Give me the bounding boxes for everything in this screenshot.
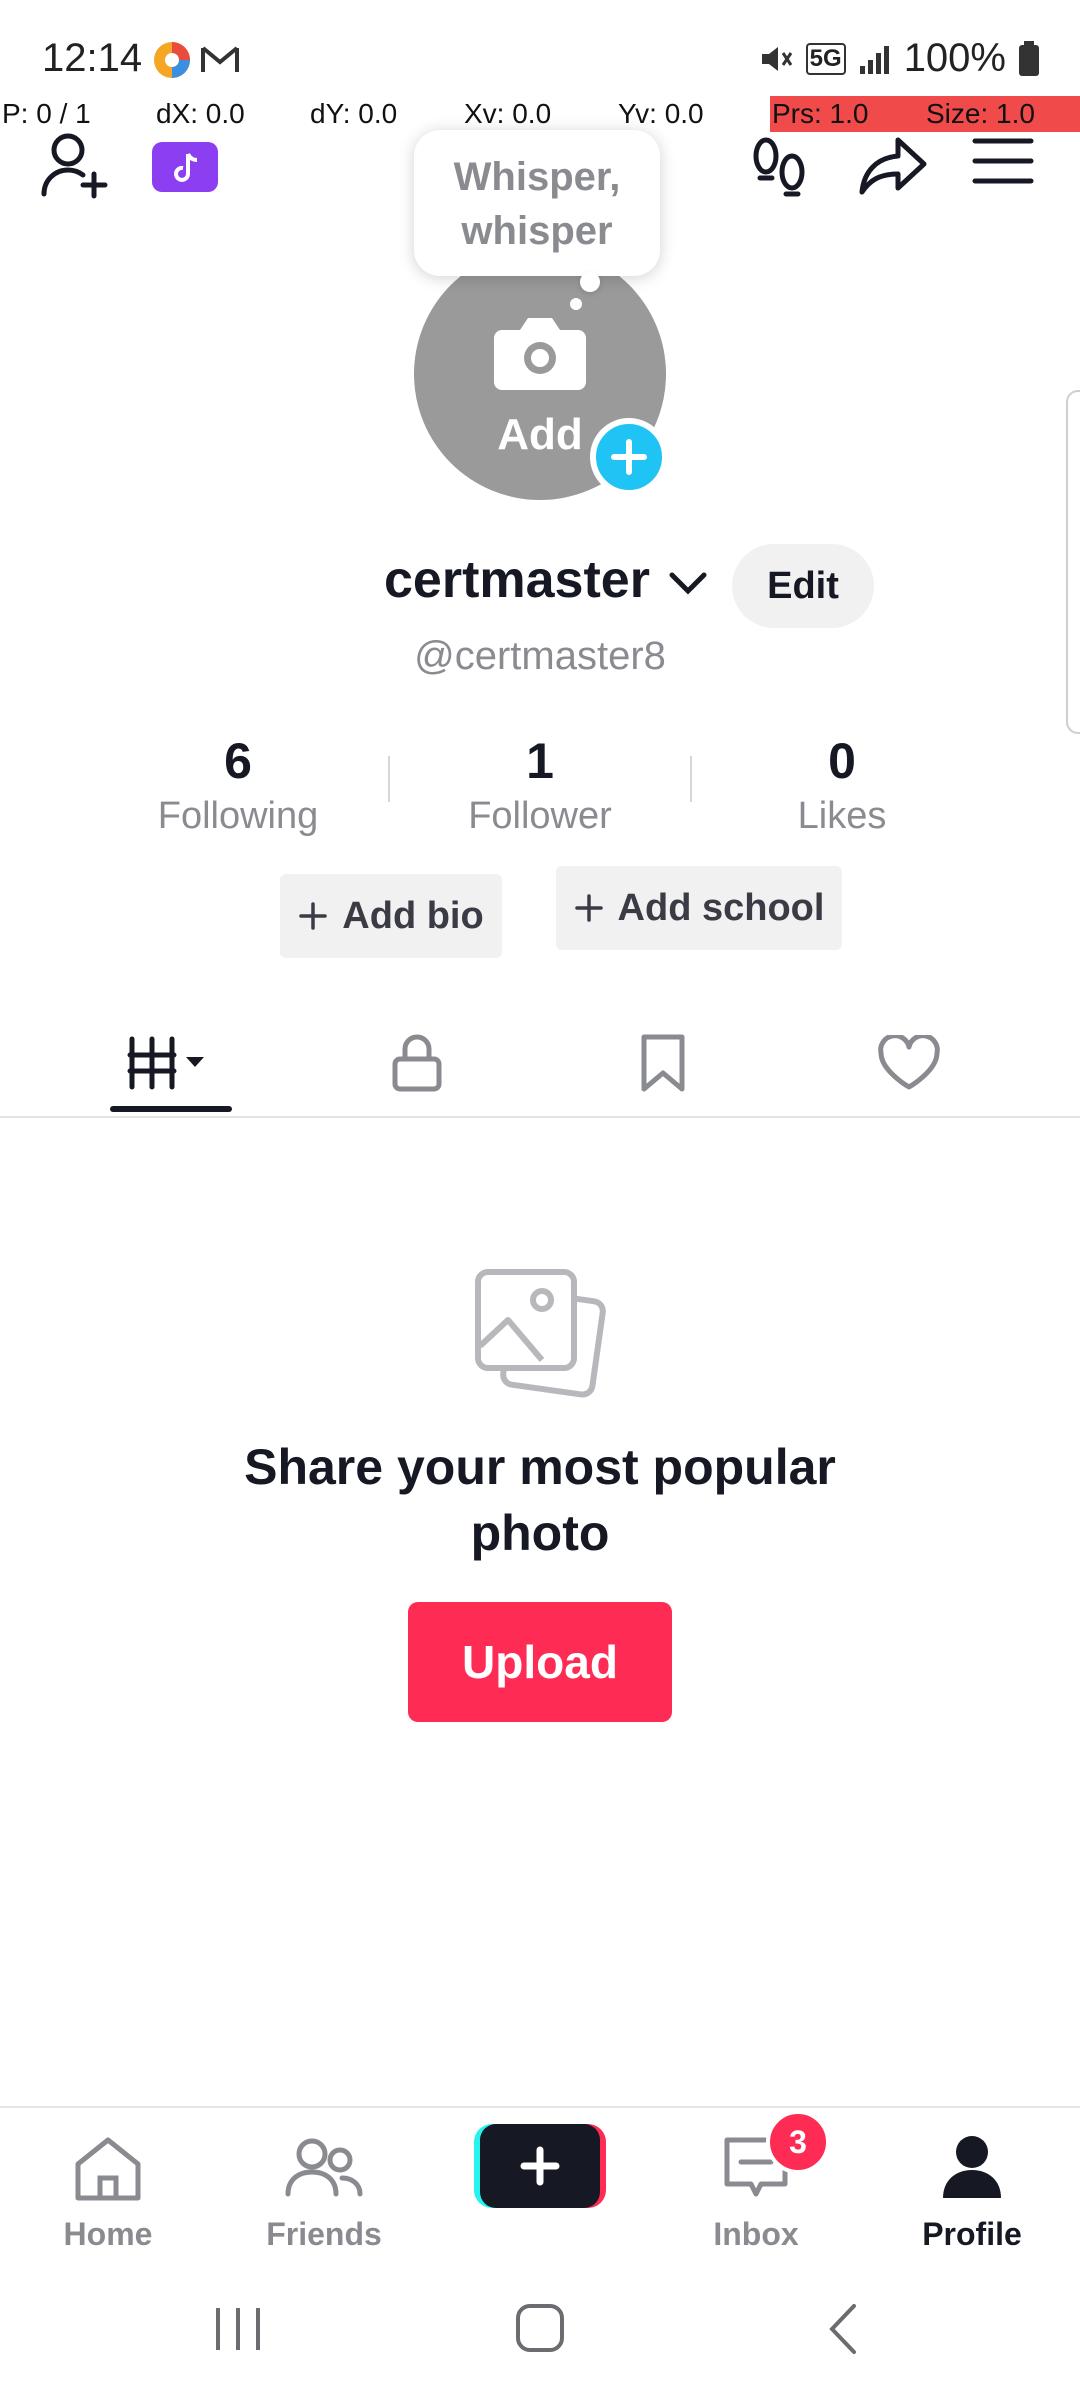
pointer-count: P: 0 / 1	[2, 98, 91, 129]
likes-stat[interactable]: 0 Likes	[692, 730, 992, 840]
status-bar: 12:14 5G 100%	[0, 0, 1080, 100]
nav-inbox[interactable]: Inbox	[648, 2128, 864, 2258]
pointer-prs: Prs: 1.0	[772, 98, 869, 129]
battery-percent: 100%	[903, 36, 1006, 80]
lock-icon	[392, 1034, 442, 1092]
add-school-button[interactable]: Add school	[556, 866, 842, 950]
upload-button[interactable]: Upload	[408, 1602, 672, 1722]
content-tabs	[0, 1010, 1080, 1118]
profile-icon	[943, 2136, 1001, 2198]
nav-friends-label: Friends	[266, 2216, 382, 2252]
profile-views-icon[interactable]	[748, 134, 812, 205]
share-icon[interactable]	[858, 134, 930, 203]
tab-videos[interactable]	[36, 1010, 306, 1116]
username-selector[interactable]: certmaster	[384, 550, 708, 610]
status-time: 12:14	[42, 36, 143, 80]
tab-private[interactable]	[282, 1010, 552, 1116]
create-plus-icon	[474, 2124, 606, 2208]
menu-icon[interactable]	[972, 136, 1034, 191]
mute-icon	[761, 46, 792, 71]
network-type: 5G	[805, 42, 846, 75]
likes-count: 0	[828, 733, 856, 789]
edit-profile-button[interactable]: Edit	[732, 544, 874, 628]
nav-home[interactable]: Home	[0, 2128, 216, 2258]
status-right: 5G 100%	[758, 36, 1040, 81]
gmail-icon	[200, 44, 240, 81]
plus-icon	[574, 894, 603, 922]
likes-label: Likes	[797, 795, 887, 837]
create-button[interactable]	[474, 2124, 606, 2208]
app-notification-icon	[150, 38, 194, 87]
tab-liked[interactable]	[774, 1010, 1044, 1116]
system-nav-bar	[0, 2270, 1080, 2400]
follower-count: 1	[526, 733, 554, 789]
edge-panel-handle[interactable]	[1066, 390, 1080, 734]
nav-profile[interactable]: Profile	[864, 2128, 1080, 2258]
pointer-dy: dY: 0.0	[310, 98, 398, 129]
following-stat[interactable]: 6 Following	[88, 730, 388, 840]
recent-apps-icon[interactable]	[212, 2304, 264, 2354]
user-handle: @certmaster8	[414, 634, 666, 678]
empty-state-title: Share your most popular photo	[200, 1434, 880, 1566]
whisper-tooltip[interactable]: Whisper, whisper	[414, 130, 660, 276]
tooltip-line1: Whisper,	[453, 155, 621, 199]
add-bio-button[interactable]: Add bio	[280, 874, 502, 958]
home-icon	[75, 2137, 141, 2201]
add-bio-label: Add bio	[342, 894, 484, 937]
signal-icon	[859, 45, 889, 74]
add-school-label: Add school	[617, 886, 825, 929]
bookmark-icon	[641, 1034, 685, 1092]
plus-icon	[611, 439, 647, 475]
plus-icon	[299, 902, 328, 930]
tab-favorites[interactable]	[528, 1010, 798, 1116]
tooltip-bubble-dot-small	[570, 298, 582, 310]
pointer-size: Size: 1.0	[926, 98, 1035, 129]
battery-icon	[1019, 40, 1039, 76]
following-label: Following	[157, 795, 319, 837]
empty-title-line1: Share your most popular	[244, 1439, 836, 1495]
username: certmaster	[384, 551, 650, 609]
follower-label: Follower	[468, 795, 612, 837]
nav-inbox-label: Inbox	[713, 2216, 799, 2252]
pointer-dx: dX: 0.0	[156, 98, 245, 129]
pointer-yv: Yv: 0.0	[618, 98, 704, 129]
add-photo-button[interactable]	[590, 418, 668, 496]
photo-gallery-icon	[474, 1268, 606, 1403]
pointer-overlay: P: 0 / 1 dX: 0.0 dY: 0.0 Xv: 0.0 Yv: 0.0…	[0, 96, 1080, 132]
heart-icon	[878, 1035, 940, 1090]
pointer-xv: Xv: 0.0	[464, 98, 552, 129]
following-count: 6	[224, 733, 252, 789]
active-tab-indicator	[110, 1106, 232, 1112]
tooltip-bubble-dot	[580, 272, 600, 292]
back-icon[interactable]	[824, 2302, 864, 2356]
home-button-icon[interactable]	[514, 2302, 566, 2354]
friends-icon	[285, 2138, 363, 2197]
nav-home-label: Home	[63, 2216, 153, 2252]
camera-icon	[494, 318, 586, 390]
follower-stat[interactable]: 1 Follower	[390, 730, 690, 840]
inbox-badge: 3	[766, 2110, 830, 2174]
add-friend-icon[interactable]	[40, 130, 114, 205]
nav-profile-label: Profile	[922, 2216, 1022, 2252]
tooltip-line2: whisper	[461, 209, 613, 253]
tiktok-coins-icon[interactable]	[152, 142, 218, 197]
chevron-down-icon	[669, 572, 707, 595]
grid-videos-icon	[127, 1036, 204, 1090]
nav-friends[interactable]: Friends	[216, 2128, 432, 2258]
empty-title-line2: photo	[470, 1505, 610, 1561]
